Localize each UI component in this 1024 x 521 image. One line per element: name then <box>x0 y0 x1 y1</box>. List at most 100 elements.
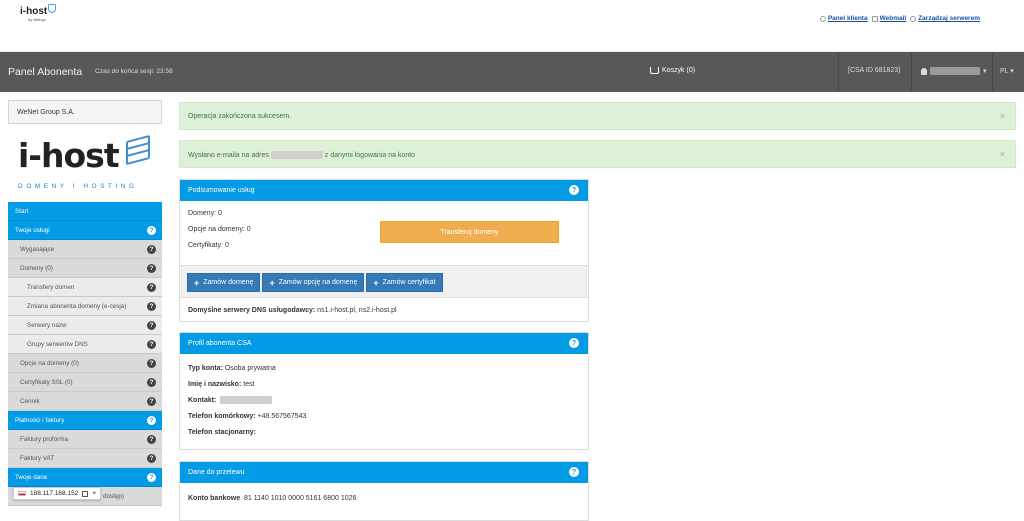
order-certificate-button[interactable]: + Zamów certyfikat <box>366 273 443 292</box>
order-domain-button[interactable]: + Zamów domenę <box>187 273 261 292</box>
sidebar-item-label: Cennik <box>20 397 40 405</box>
cart-button[interactable]: Koszyk (0) <box>650 67 695 74</box>
redacted-username <box>930 67 980 75</box>
poland-flag-icon <box>18 491 26 496</box>
gear-icon <box>910 15 917 22</box>
sidebar-item-label: Domeny (0) <box>20 264 53 272</box>
help-icon[interactable]: ? <box>147 339 156 349</box>
transfer-domains-button[interactable]: Transferuj domeny <box>380 221 559 243</box>
help-icon[interactable]: ? <box>569 338 579 348</box>
csa-id: [CSA ID 681823] <box>848 67 901 74</box>
sidebar-item-label: Serwery nazw <box>27 321 67 329</box>
help-icon[interactable]: ? <box>147 263 156 273</box>
brand-logo[interactable]: i-host DOMENY I HOSTING <box>8 124 162 202</box>
sidebar-item[interactable]: Start <box>8 202 162 221</box>
header-logo-sub: by Webgo <box>28 17 46 22</box>
close-icon[interactable]: × <box>1000 111 1005 121</box>
ip-badge[interactable]: 188.117.168.152 × <box>13 487 102 500</box>
default-dns: Domyślne serwery DNS usługodawcy: ns1.i-… <box>188 307 397 314</box>
help-icon[interactable]: ? <box>147 396 156 406</box>
sidebar-item-label: Transfery domen <box>27 283 75 291</box>
ip-address: 188.117.168.152 <box>30 490 79 497</box>
sidebar-item[interactable]: Twoje usługi? <box>8 221 162 240</box>
sidebar-item[interactable]: Certyfikaty SSL (0)? <box>8 373 162 392</box>
sidebar-item[interactable]: Faktury proforma? <box>8 430 162 449</box>
sidebar-item-label: Faktury VAT <box>20 454 55 462</box>
sidebar-item-label: Start <box>15 207 29 215</box>
help-icon[interactable]: ? <box>147 282 156 292</box>
chevron-down-icon: ▾ <box>983 68 987 75</box>
sidebar-menu: Start Twoje usługi? Wygasające? Domeny (0)?… <box>8 202 162 506</box>
domains-count: Domeny: 0 <box>188 210 222 217</box>
sidebar-item[interactable]: Grupy serwerów DNS? <box>8 335 162 354</box>
order-buttons: + Zamów domenę + Zamów opcję na domenę + Za… <box>180 265 588 298</box>
nav-divider <box>838 52 839 92</box>
order-domain-option-button[interactable]: + Zamów opcję na domenę <box>262 273 365 292</box>
session-timer: Czas do końca sesji: 23:56 <box>95 68 173 75</box>
server-manage-link[interactable]: Zarządzaj serwerem <box>910 15 980 22</box>
shield-icon <box>48 4 56 13</box>
bank-account: Konto bankowe 81 1140 1010 0000 5161 680… <box>188 495 357 502</box>
help-icon[interactable]: ? <box>147 472 156 482</box>
copy-icon[interactable] <box>82 490 89 497</box>
help-icon[interactable]: ? <box>147 225 156 235</box>
plus-icon: + <box>269 277 275 288</box>
sidebar-item[interactable]: Cennik? <box>8 392 162 411</box>
sidebar-item[interactable]: Faktury VAT? <box>8 449 162 468</box>
transfer-panel: Dane do przelewu ? Konto bankowe 81 1140… <box>179 461 589 521</box>
webmail-link[interactable]: Webmail <box>871 15 906 22</box>
sidebar-item-label: Opcje na domeny (0) <box>20 359 79 367</box>
mail-icon <box>871 15 878 22</box>
panel-title[interactable]: Panel Abonenta <box>8 66 82 78</box>
language-menu[interactable]: PL ▾ <box>1000 67 1014 75</box>
success-alert: Operacja zakończona sukcesem. × <box>179 102 1016 130</box>
sidebar-item[interactable]: Płatności i faktury? <box>8 411 162 430</box>
profile-row: Typ konta: Osoba prywatna <box>188 365 276 372</box>
help-icon[interactable]: ? <box>569 185 579 195</box>
profile-row: Telefon stacjonarny: <box>188 429 256 436</box>
sidebar-item-label: Grupy serwerów DNS <box>27 340 88 348</box>
redacted-email <box>270 151 323 159</box>
help-icon[interactable]: ? <box>147 358 156 368</box>
close-icon[interactable]: × <box>92 490 96 497</box>
close-icon[interactable]: × <box>1000 149 1005 159</box>
sidebar-item-label: Zmiana abonenta domeny (e-cesja) <box>27 302 127 310</box>
brand-logo-word: i-host <box>18 136 120 175</box>
panel-header: Podsumowanie usług ? <box>180 180 588 201</box>
sidebar-item[interactable]: Wygasające? <box>8 240 162 259</box>
help-icon[interactable]: ? <box>147 434 156 444</box>
header-logo[interactable]: i-host by Webgo <box>20 4 60 30</box>
panel-klienta-link[interactable]: Panel klienta <box>819 15 868 22</box>
sidebar-item[interactable]: Transfery domen? <box>8 278 162 297</box>
sidebar-item-label: Faktury proforma <box>20 435 68 443</box>
user-menu[interactable]: ▾ <box>921 67 987 75</box>
redacted-contact <box>220 396 273 405</box>
email-sent-alert: Wysłano e-maila na adres z danymi logowa… <box>179 140 1016 168</box>
sidebar-item[interactable]: Opcje na domeny (0)? <box>8 354 162 373</box>
sidebar-item-label: Certyfikaty SSL (0) <box>20 378 73 386</box>
company-name: WeNet Group S.A. <box>8 100 162 124</box>
sidebar-item[interactable]: Serwery nazw? <box>8 316 162 335</box>
brand-logo-sub: DOMENY I HOSTING <box>18 183 138 190</box>
help-icon[interactable]: ? <box>147 320 156 330</box>
help-icon[interactable]: ? <box>147 244 156 254</box>
profile-row: Telefon komórkowy: +48.567567543 <box>188 413 307 420</box>
top-links: Panel klienta Webmail Zarządzaj serwerem <box>819 15 980 22</box>
server-stack-icon <box>126 134 152 168</box>
help-icon[interactable]: ? <box>147 301 156 311</box>
panel-header: Dane do przelewu ? <box>180 462 588 483</box>
nav-divider <box>911 52 912 92</box>
help-icon[interactable]: ? <box>147 415 156 425</box>
sidebar-item-label: Płatności i faktury <box>15 416 65 424</box>
help-icon[interactable]: ? <box>569 467 579 477</box>
sidebar-item-label: Twoje usługi <box>15 226 50 234</box>
profile-panel: Profil abonenta CSA ? Typ konta: Osoba p… <box>179 332 589 450</box>
sidebar-item[interactable]: Domeny (0)? <box>8 259 162 278</box>
help-icon[interactable]: ? <box>147 377 156 387</box>
sidebar-item[interactable]: Zmiana abonenta domeny (e-cesja)? <box>8 297 162 316</box>
cart-icon <box>650 67 659 74</box>
help-icon[interactable]: ? <box>147 453 156 463</box>
sidebar-item[interactable]: Twoje dane? <box>8 468 162 487</box>
plus-icon: + <box>194 277 200 288</box>
sidebar-item-label: Twoje dane <box>15 473 48 481</box>
